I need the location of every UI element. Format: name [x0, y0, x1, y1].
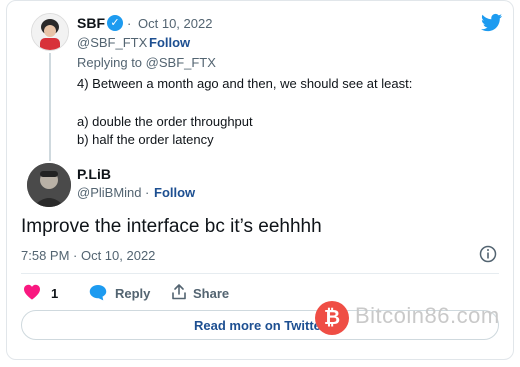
- tweet-date[interactable]: Oct 10, 2022: [138, 16, 212, 31]
- verified-badge-icon: ✓: [107, 15, 123, 31]
- tweet-line: b) half the order latency: [77, 132, 214, 147]
- divider: [21, 273, 499, 274]
- tweet-line: 4) Between a month ago and then, we shou…: [77, 76, 413, 91]
- author-handle[interactable]: @SBF_FTX: [77, 35, 147, 50]
- share-button[interactable]: Share: [193, 286, 229, 301]
- dot-separator: ·: [127, 16, 132, 31]
- tweet-embed-card: SBF ✓ · Oct 10, 2022 @SBF_FTX · Follow R…: [6, 0, 514, 360]
- reply-bubble-icon[interactable]: [89, 284, 107, 306]
- follow-button[interactable]: Follow: [149, 35, 190, 50]
- sbf-avatar[interactable]: [31, 13, 69, 51]
- plib-avatar[interactable]: [27, 163, 71, 207]
- like-count: 1: [51, 286, 59, 301]
- twitter-bird-icon[interactable]: [481, 13, 503, 38]
- heart-icon[interactable]: [23, 284, 41, 305]
- share-icon[interactable]: [170, 283, 188, 306]
- thread-line: [49, 53, 51, 161]
- reply-follow-button[interactable]: Follow: [154, 185, 195, 200]
- watermark-logo-icon: ₿: [315, 301, 349, 335]
- dot-separator: ·: [145, 185, 150, 200]
- reply-author-name[interactable]: P.LiB: [77, 166, 111, 182]
- info-icon[interactable]: [479, 245, 497, 268]
- author-name[interactable]: SBF: [77, 15, 105, 31]
- reply-author-handle[interactable]: @PliBMind: [77, 185, 142, 200]
- dot-separator: ·: [140, 35, 145, 50]
- watermark-text: Bitcoin86.com: [355, 303, 500, 328]
- reply-timestamp[interactable]: 7:58 PM · Oct 10, 2022: [21, 248, 155, 263]
- tweet-line: a) double the order throughput: [77, 114, 253, 129]
- reply-text: Improve the interface bc it’s eehhhh: [21, 216, 322, 237]
- reply-button[interactable]: Reply: [115, 286, 150, 301]
- replying-to[interactable]: Replying to @SBF_FTX: [77, 55, 216, 70]
